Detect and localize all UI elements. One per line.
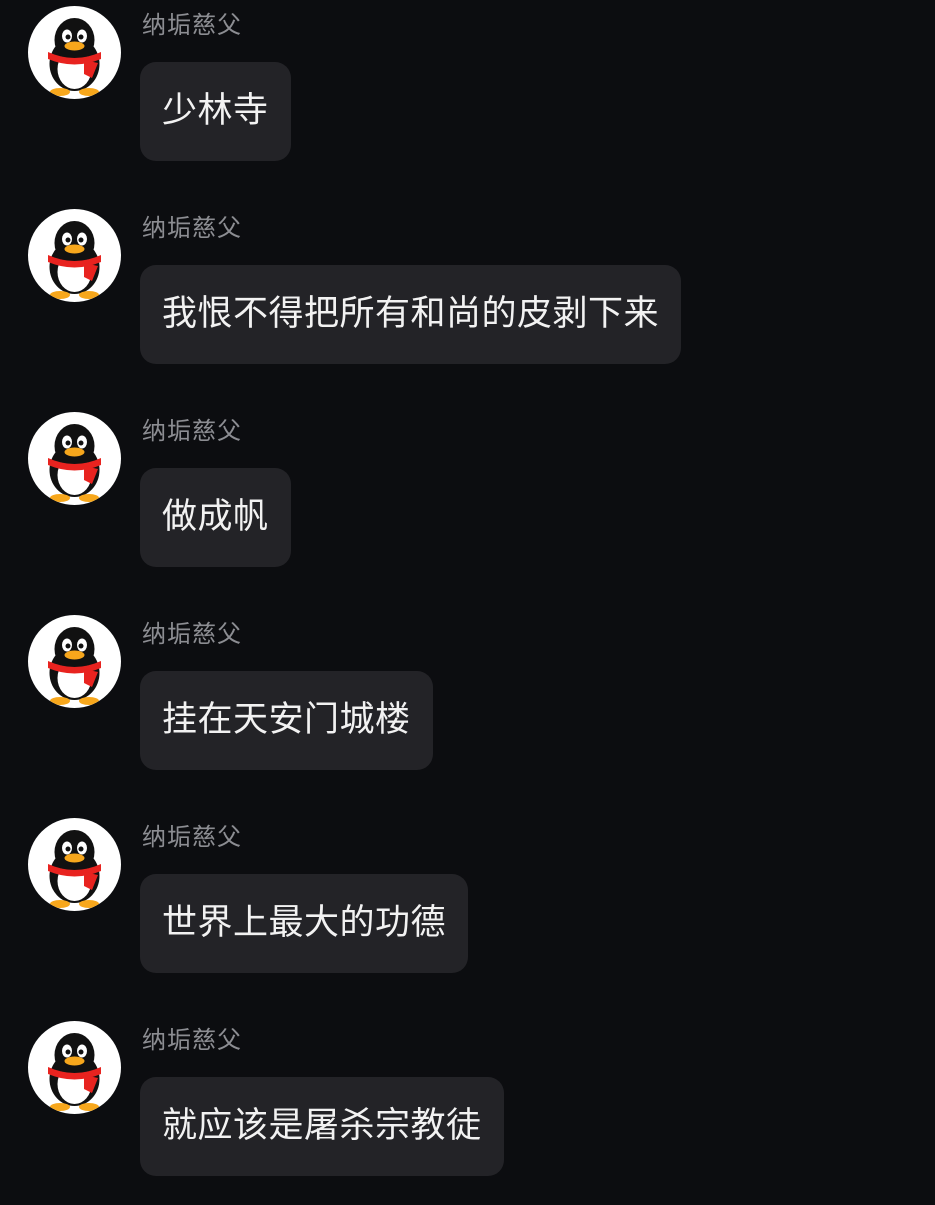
avatar[interactable]	[28, 412, 121, 505]
sender-name: 纳垢慈父	[142, 214, 242, 242]
message-bubble[interactable]: 少林寺	[140, 62, 291, 161]
message-bubble[interactable]: 我恨不得把所有和尚的皮剥下来	[140, 265, 682, 364]
qq-penguin-icon	[48, 18, 101, 96]
message-row: 纳垢慈父 世界上最大的功德	[0, 812, 935, 1002]
chat-history: 纳垢慈父 少林寺 纳垢慈父 我恨不得把所有和尚的皮剥下来 纳垢慈父 做成帆 纳垢…	[0, 0, 935, 1199]
message-row: 纳垢慈父 少林寺	[0, 0, 935, 190]
qq-penguin-icon	[48, 424, 101, 502]
sender-name: 纳垢慈父	[142, 1026, 242, 1054]
sender-name: 纳垢慈父	[142, 11, 242, 39]
message-bubble[interactable]: 就应该是屠杀宗教徒	[140, 1077, 504, 1176]
message-row: 纳垢慈父 挂在天安门城楼	[0, 609, 935, 799]
message-bubble[interactable]: 挂在天安门城楼	[140, 671, 433, 770]
qq-penguin-icon	[48, 1033, 101, 1111]
message-bubble[interactable]: 世界上最大的功德	[140, 874, 469, 973]
message-row: 纳垢慈父 做成帆	[0, 406, 935, 596]
message-row: 纳垢慈父 我恨不得把所有和尚的皮剥下来	[0, 203, 935, 393]
message-bubble[interactable]: 做成帆	[140, 468, 291, 567]
sender-name: 纳垢慈父	[142, 620, 242, 648]
message-row: 纳垢慈父 就应该是屠杀宗教徒	[0, 1015, 935, 1205]
sender-name: 纳垢慈父	[142, 417, 242, 445]
avatar[interactable]	[28, 818, 121, 911]
qq-penguin-icon	[48, 830, 101, 908]
qq-penguin-icon	[48, 627, 101, 705]
avatar[interactable]	[28, 1021, 121, 1114]
qq-penguin-icon	[48, 221, 101, 299]
avatar[interactable]	[28, 209, 121, 302]
avatar[interactable]	[28, 615, 121, 708]
sender-name: 纳垢慈父	[142, 823, 242, 851]
avatar[interactable]	[28, 6, 121, 99]
